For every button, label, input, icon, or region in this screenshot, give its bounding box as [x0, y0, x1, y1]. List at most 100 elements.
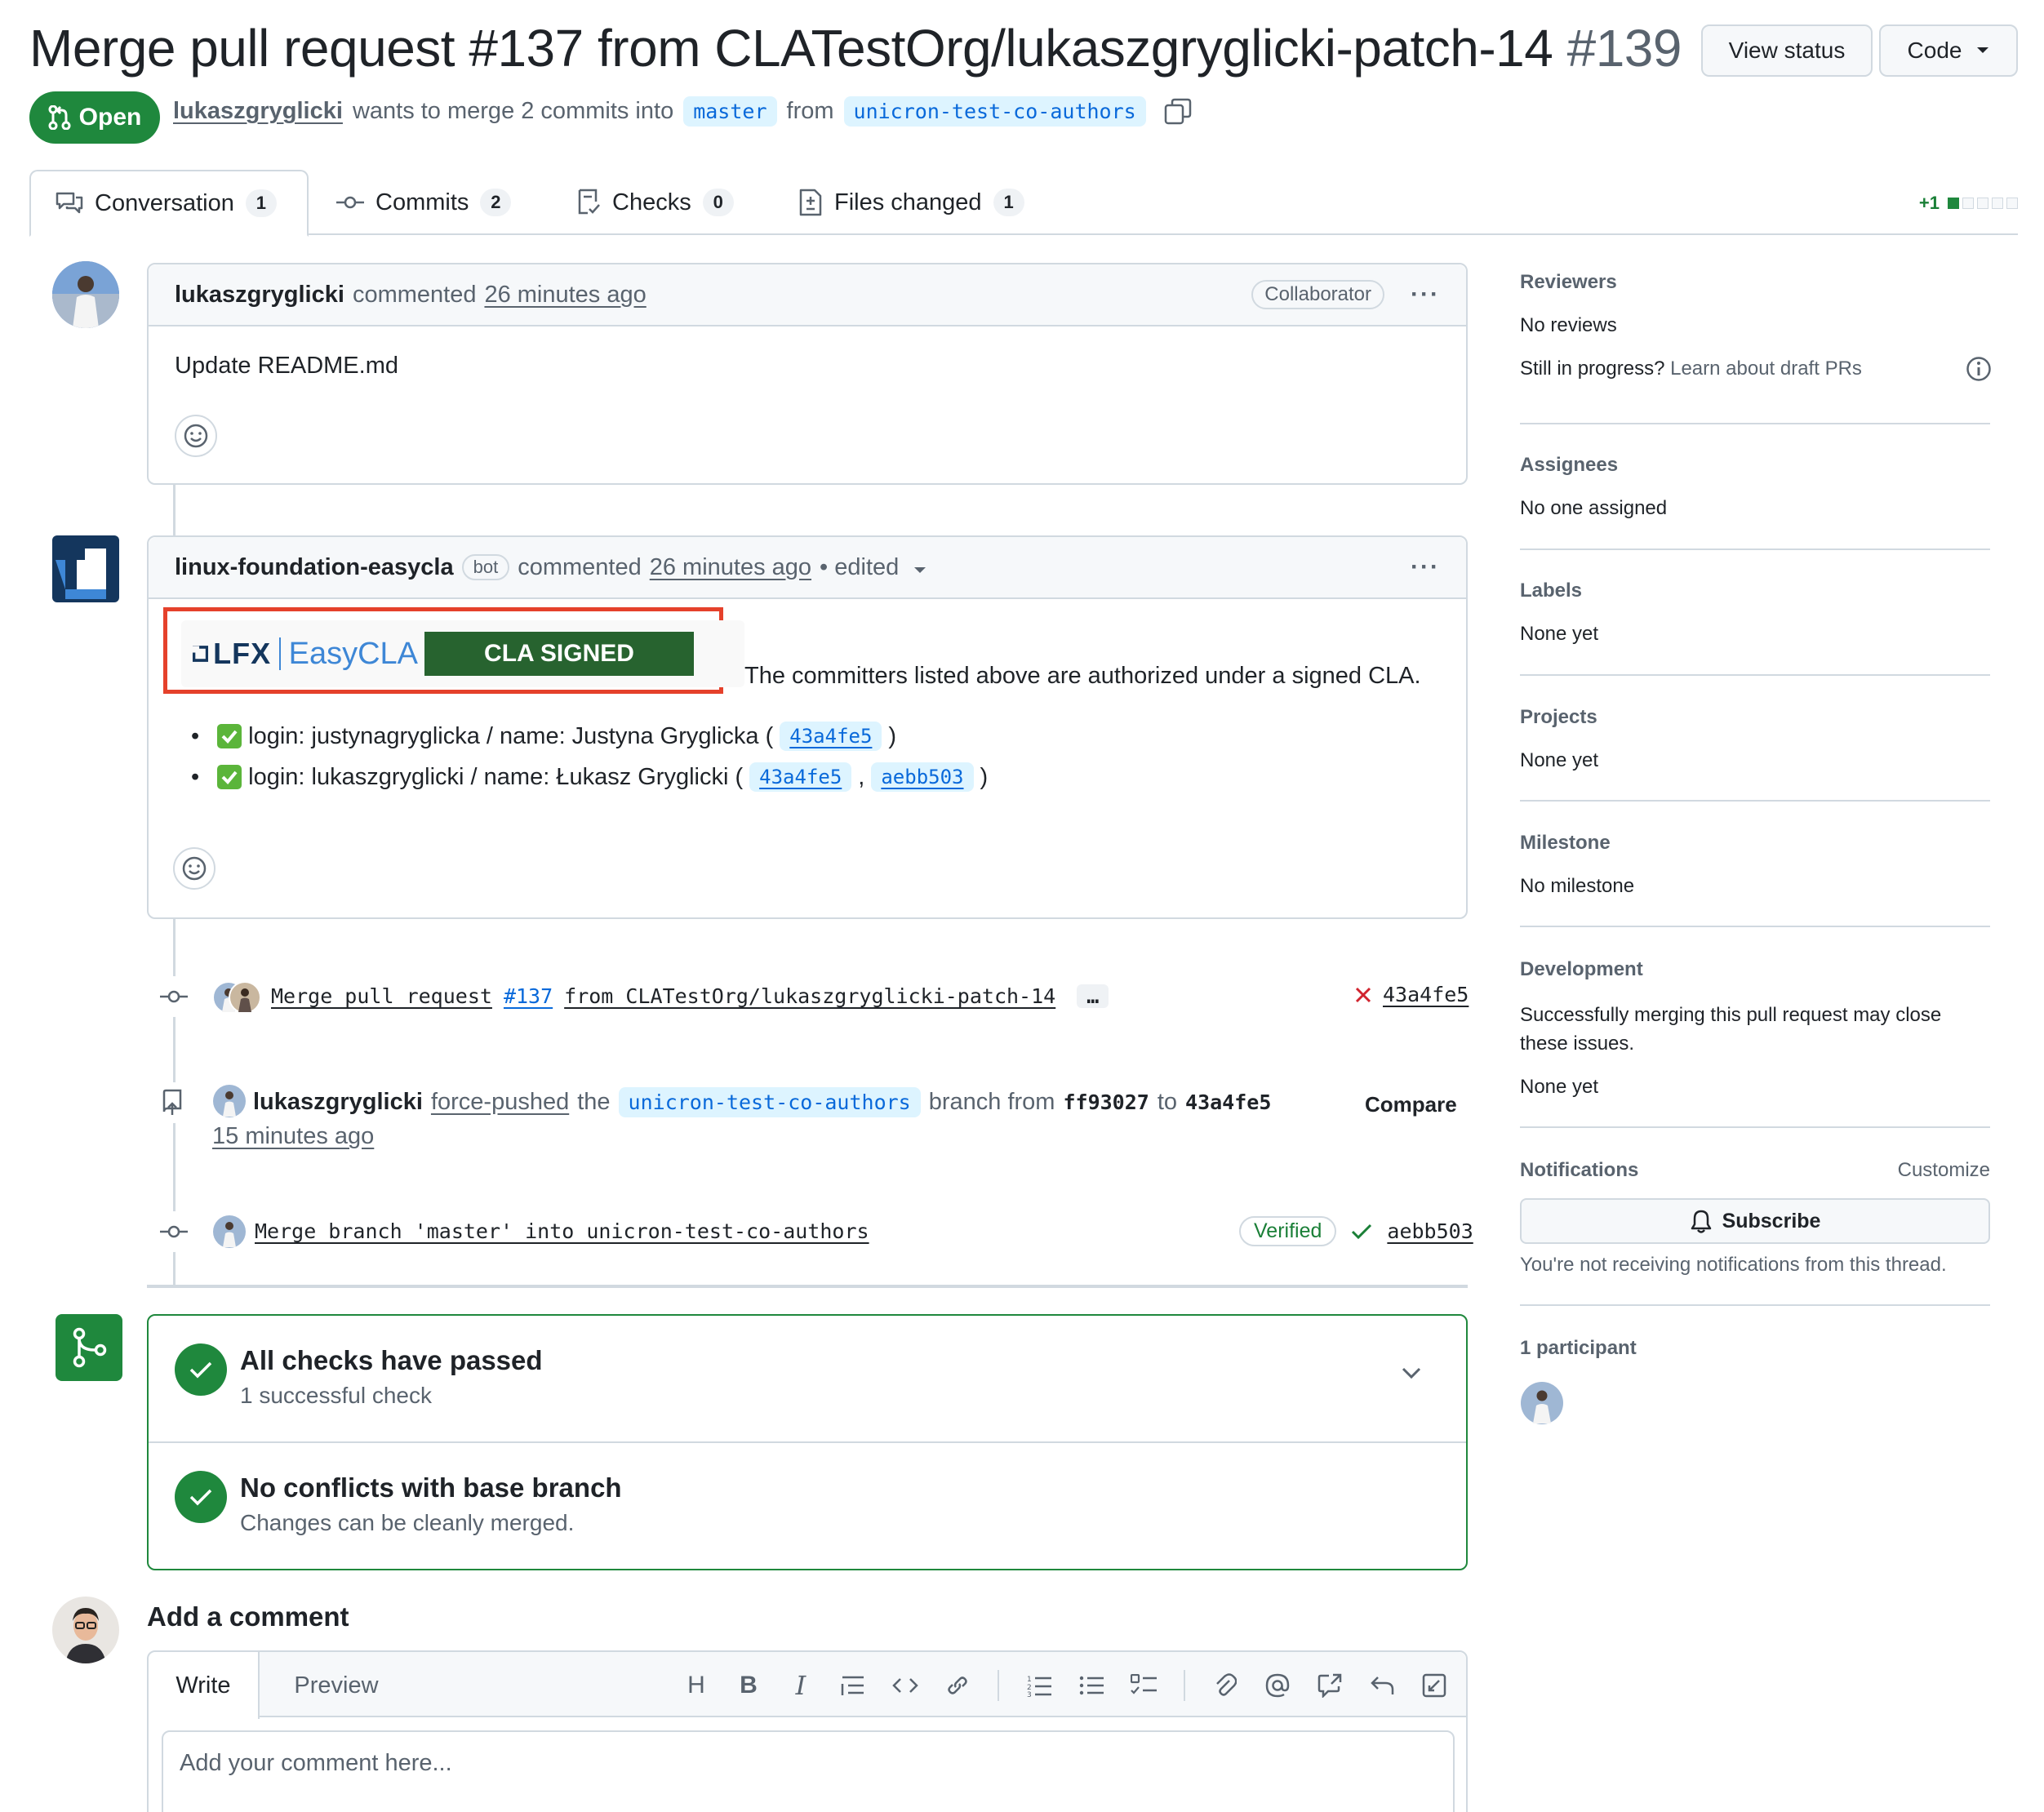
- projects-heading[interactable]: Projects: [1520, 706, 1597, 729]
- kebab-menu-icon[interactable]: ···: [1411, 281, 1440, 309]
- kebab-menu-icon[interactable]: ···: [1411, 553, 1440, 581]
- force-push-time-link[interactable]: 15 minutes ago: [212, 1123, 374, 1150]
- tab-files-changed[interactable]: Files changed 1: [774, 170, 1049, 235]
- current-user-avatar[interactable]: [52, 1597, 119, 1663]
- co-author-avatars[interactable]: [212, 979, 263, 1015]
- commit-message[interactable]: Merge branch 'master' into unicron-test-…: [255, 1219, 869, 1243]
- avatar-lukaszgryglicki[interactable]: [52, 261, 119, 328]
- tab-conversation[interactable]: Conversation 1: [29, 170, 309, 237]
- chevron-down-icon[interactable]: [1401, 1366, 1422, 1379]
- comment-author[interactable]: linux-foundation-easycla: [175, 554, 454, 581]
- pr-author-link[interactable]: lukaszgryglicki: [173, 98, 343, 125]
- expand-commit-button[interactable]: …: [1077, 984, 1109, 1008]
- avatar-linux-foundation-easycla[interactable]: [52, 535, 119, 602]
- add-reaction-button[interactable]: [175, 415, 217, 457]
- check-circle-icon: [175, 1471, 227, 1523]
- commit-sha-link[interactable]: aebb503: [871, 762, 974, 792]
- tab-checks[interactable]: Checks 0: [552, 170, 758, 235]
- link-icon[interactable]: [942, 1670, 973, 1701]
- force-pushed-link[interactable]: force-pushed: [431, 1089, 569, 1116]
- white-check-mark-icon: [217, 765, 242, 789]
- tab-files-changed-label: Files changed: [834, 189, 982, 215]
- commit-sha-link[interactable]: 43a4fe5: [780, 722, 882, 751]
- smiley-icon: [182, 856, 207, 881]
- comment-time-link[interactable]: 26 minutes ago: [650, 554, 811, 581]
- bold-icon[interactable]: B: [733, 1670, 764, 1701]
- white-check-mark-icon: [217, 724, 242, 748]
- commit-sha-link[interactable]: 43a4fe5: [749, 762, 852, 792]
- avatar-lukaszgryglicki[interactable]: [212, 1215, 247, 1249]
- italic-icon[interactable]: I: [785, 1670, 816, 1701]
- git-merge-icon: [73, 1327, 107, 1368]
- comment-action: commented: [518, 553, 642, 580]
- task-list-icon[interactable]: [1128, 1670, 1159, 1701]
- compare-button[interactable]: Compare: [1365, 1092, 1457, 1117]
- git-commit-icon: [160, 990, 188, 1003]
- milestone-heading[interactable]: Milestone: [1520, 832, 1611, 855]
- pr-reference-link[interactable]: #137: [504, 984, 553, 1008]
- comment-action: commented: [352, 281, 477, 308]
- tab-commits-count: 2: [480, 189, 512, 216]
- add-reaction-button[interactable]: [173, 847, 216, 890]
- bullet: •: [191, 722, 200, 749]
- ordered-list-icon[interactable]: 123: [1024, 1670, 1055, 1701]
- sidebar-divider: [1520, 423, 1990, 424]
- editor-toolbar: Write Preview H B I 123: [149, 1652, 1466, 1719]
- commit-sha-link[interactable]: 43a4fe5: [1383, 983, 1469, 1006]
- comment-textarea[interactable]: Add your comment here...: [162, 1730, 1455, 1812]
- verified-badge[interactable]: Verified: [1239, 1216, 1337, 1246]
- edited-dropdown[interactable]: • edited: [820, 554, 926, 581]
- paperclip-icon[interactable]: [1210, 1670, 1241, 1701]
- avatar-lukaszgryglicki[interactable]: [212, 1084, 247, 1118]
- base-branch[interactable]: master: [683, 96, 777, 127]
- participant-avatar[interactable]: [1520, 1381, 1564, 1425]
- comment-lukaszgryglicki: lukaszgryglicki commented 26 minutes ago…: [147, 263, 1468, 485]
- development-heading[interactable]: Development: [1520, 958, 1643, 981]
- force-push-old-sha[interactable]: ff93027: [1063, 1090, 1149, 1114]
- tab-commits[interactable]: Commits 2: [312, 170, 535, 235]
- head-branch[interactable]: unicron-test-co-authors: [843, 96, 1146, 127]
- x-fail-icon[interactable]: [1353, 985, 1373, 1005]
- commit-sha-link[interactable]: aebb503: [1387, 1219, 1473, 1243]
- commit-status: Verified aebb503: [1239, 1216, 1473, 1246]
- subscribe-button[interactable]: Subscribe: [1520, 1198, 1990, 1244]
- mention-icon[interactable]: [1262, 1670, 1293, 1701]
- reviewers-heading[interactable]: Reviewers: [1520, 271, 1617, 294]
- force-push-author[interactable]: lukaszgryglicki: [253, 1089, 423, 1116]
- customize-link[interactable]: Customize: [1898, 1159, 1990, 1182]
- commit-message-part[interactable]: from CLATestOrg/lukaszgryglicki-patch-14: [564, 984, 1055, 1008]
- git-commit-icon: [336, 196, 364, 209]
- comment-header: lukaszgryglicki commented 26 minutes ago…: [149, 264, 1466, 326]
- view-status-button[interactable]: View status: [1701, 24, 1873, 77]
- fullscreen-edit-icon[interactable]: [1419, 1670, 1450, 1701]
- commit-message-part[interactable]: Merge pull request: [271, 984, 492, 1008]
- code-button[interactable]: Code: [1879, 24, 2018, 77]
- assignees-heading[interactable]: Assignees: [1520, 454, 1618, 477]
- commit-message[interactable]: Merge pull request #137 from CLATestOrg/…: [271, 984, 1109, 1008]
- easycla-badge[interactable]: LFX EasyCLA CLA SIGNED: [181, 620, 744, 687]
- write-tab[interactable]: Write: [149, 1652, 260, 1719]
- force-push-new-sha[interactable]: 43a4fe5: [1185, 1090, 1271, 1114]
- committer-list-item: • login: justynagryglicka / name: Justyn…: [191, 722, 896, 751]
- force-push-line: lukaszgryglicki force-pushed the unicron…: [253, 1087, 1271, 1117]
- code-icon[interactable]: [890, 1670, 921, 1701]
- info-icon[interactable]: [1966, 356, 1992, 382]
- comment-time-link[interactable]: 26 minutes ago: [484, 282, 646, 309]
- comment-author[interactable]: lukaszgryglicki: [175, 282, 344, 309]
- unordered-list-icon[interactable]: [1076, 1670, 1107, 1701]
- draft-pr-link[interactable]: Learn about draft PRs: [1670, 358, 1862, 380]
- bell-icon: [1691, 1210, 1711, 1233]
- timeline-end-divider: [147, 1285, 1468, 1288]
- check-icon[interactable]: [1351, 1223, 1372, 1241]
- checks-section[interactable]: All checks have passed 1 successful chec…: [240, 1345, 543, 1409]
- force-push-branch[interactable]: unicron-test-co-authors: [618, 1087, 921, 1117]
- pr-number: #139: [1566, 19, 1682, 78]
- cross-reference-icon[interactable]: [1314, 1670, 1345, 1701]
- quote-icon[interactable]: [838, 1670, 869, 1701]
- labels-heading[interactable]: Labels: [1520, 580, 1582, 602]
- reply-icon[interactable]: [1366, 1670, 1397, 1701]
- svg-text:3: 3: [1027, 1691, 1032, 1697]
- preview-tab[interactable]: Preview: [279, 1652, 393, 1719]
- copy-icon[interactable]: [1164, 98, 1192, 126]
- heading-icon[interactable]: H: [681, 1670, 712, 1701]
